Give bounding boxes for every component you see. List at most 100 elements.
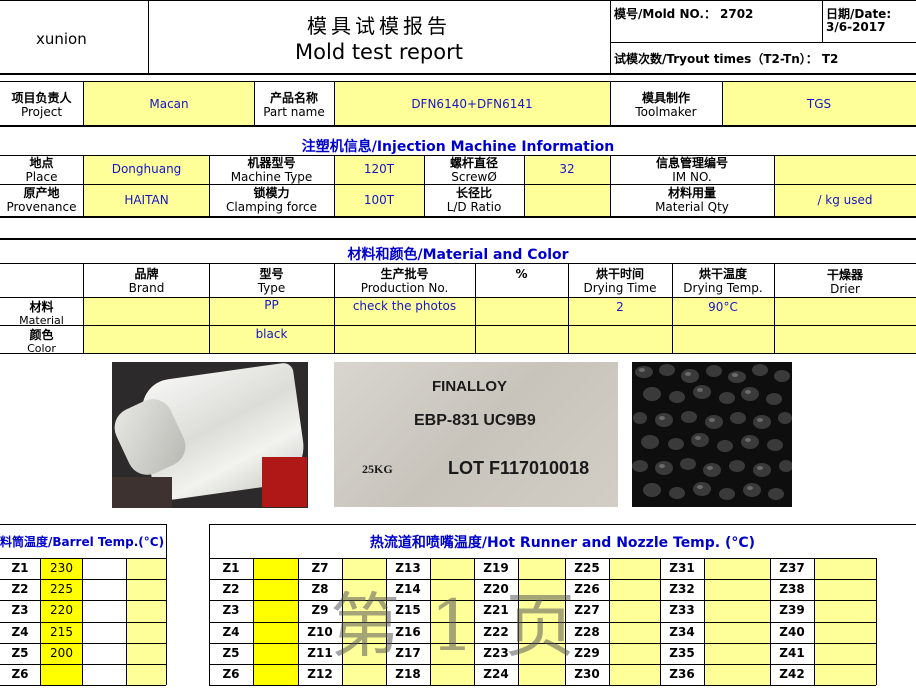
barrel-zone-value[interactable]: 200 xyxy=(41,643,82,663)
toolmaker-value[interactable]: TGS xyxy=(722,97,916,111)
material-row-label-zh: 材料 xyxy=(29,300,54,314)
toolmaker-label: 模具制作 Toolmaker xyxy=(610,91,722,119)
hot-runner-title: 热流道和喷嘴温度/Hot Runner and Nozzle Temp. (°C… xyxy=(369,535,756,551)
material-bag-photo xyxy=(112,362,308,508)
machine-section-title: 注塑机信息/Injection Machine Information xyxy=(301,139,615,155)
screw-label: 螺杆直径 ScrewØ xyxy=(424,156,524,184)
brand-header-zh: 品牌 xyxy=(134,267,159,281)
clamping-label: 锁模力 Clamping force xyxy=(209,186,334,214)
barrel-zone-value[interactable]: 225 xyxy=(41,579,82,599)
machine-type-label: 机器型号 Machine Type xyxy=(209,156,334,184)
project-label: 项目负责人 Project xyxy=(0,91,83,119)
barrel-zone-label: Z3 xyxy=(11,603,29,618)
color-row-label-zh: 颜色 xyxy=(29,328,54,342)
im-no-label-en: IM NO. xyxy=(672,170,712,184)
drier-header-en: Drier xyxy=(830,282,860,296)
date-value: 3/6-2017 xyxy=(826,20,886,34)
provenance-label: 原产地 Provenance xyxy=(0,186,83,214)
hot-runner-zone-label: Z32 xyxy=(669,582,695,597)
screw-label-zh: 螺杆直径 xyxy=(449,156,498,170)
hot-runner-zone-label: Z36 xyxy=(669,667,695,681)
pellets-photo xyxy=(632,362,792,507)
machine-type-value[interactable]: 120T xyxy=(334,162,424,176)
toolmaker-label-en: Toolmaker xyxy=(635,105,697,119)
material-qty-label-en: Material Qty xyxy=(655,200,729,214)
part-name-value[interactable]: DFN6140+DFN6141 xyxy=(334,97,610,111)
production-no-header-zh: 生产批号 xyxy=(380,267,429,281)
clamping-label-zh: 锁模力 xyxy=(253,186,290,200)
ld-ratio-label-en: L/D Ratio xyxy=(446,200,502,214)
place-label: 地点 Place xyxy=(0,156,83,184)
hot-runner-zone-label: Z39 xyxy=(779,603,805,618)
machine-type-label-zh: 机器型号 xyxy=(247,156,296,170)
color-type-value[interactable]: black xyxy=(209,327,334,341)
barrel-zone-label: Z2 xyxy=(11,582,29,597)
barrel-zone-value[interactable]: 230 xyxy=(41,558,82,578)
provenance-label-en: Provenance xyxy=(6,200,77,214)
part-name-label-en: Part name xyxy=(263,105,325,119)
project-label-en: Project xyxy=(20,105,63,119)
company-name: xunion xyxy=(36,30,87,48)
material-type-value[interactable]: PP xyxy=(209,298,334,312)
production-no-header-en: Production No. xyxy=(360,281,449,295)
machine-type-label-en: Machine Type xyxy=(230,170,313,184)
im-no-label: 信息管理编号 IM NO. xyxy=(610,156,774,184)
clamping-label-en: Clamping force xyxy=(226,200,317,214)
report-title-en: Mold test report xyxy=(295,40,463,64)
drier-header-zh: 干燥器 xyxy=(826,268,863,282)
drying-time-header-zh: 烘干时间 xyxy=(595,267,644,281)
photo-label-lot: LOT F117010018 xyxy=(448,458,590,478)
hot-runner-zone-label: Z33 xyxy=(669,603,695,618)
pellets-texture xyxy=(632,364,792,500)
barrel-zone-label: Z5 xyxy=(11,645,29,660)
project-label-zh: 项目负责人 xyxy=(11,91,72,105)
hot-runner-zone-label: Z38 xyxy=(779,582,805,597)
barrel-zone-value[interactable]: 220 xyxy=(41,600,82,620)
toolmaker-label-zh: 模具制作 xyxy=(641,91,690,105)
photo-label-line1: FINALLOY xyxy=(432,378,507,395)
drying-temp-header-en: Drying Temp. xyxy=(683,281,763,295)
barrel-temp-title: 料筒温度/Barrel Temp.(°C) xyxy=(0,535,165,549)
material-drying-time-value[interactable]: 2 xyxy=(568,300,672,314)
mold-no-label: 模号/Mold NO.： xyxy=(614,7,716,21)
screw-value[interactable]: 32 xyxy=(524,162,610,176)
photo-label-line2: EBP-831 UC9B9 xyxy=(414,412,536,429)
barrel-zone-label: Z4 xyxy=(11,624,29,639)
barrel-zone-label: Z1 xyxy=(11,561,29,575)
color-row-label: 颜色 Color xyxy=(0,328,83,356)
material-row-label: 材料 Material xyxy=(0,300,83,328)
part-name-label-zh: 产品名称 xyxy=(269,91,318,105)
barrel-zone-value[interactable]: 215 xyxy=(41,622,82,642)
tryout-label: 试模次数/Tryout times（T2-Tn）： xyxy=(614,52,818,66)
brand-header-en: Brand xyxy=(128,281,165,295)
tryout-value: T2 xyxy=(821,52,839,66)
drying-time-header: 烘干时间 Drying Time xyxy=(568,267,672,295)
hot-runner-zone-label: Z2 xyxy=(222,582,240,597)
report-title-zh: 模具试模报告 xyxy=(307,14,451,38)
place-label-en: Place xyxy=(25,170,58,184)
mold-no-field: 模号/Mold NO.： 2702 xyxy=(614,5,753,22)
hot-runner-zone-label: Z34 xyxy=(669,624,695,639)
hot-runner-zone-label: Z1 xyxy=(222,561,240,575)
hot-runner-zone-label: Z42 xyxy=(779,667,805,681)
provenance-value[interactable]: HAITAN xyxy=(84,193,209,207)
hot-runner-zone-label: Z35 xyxy=(669,645,695,660)
hot-runner-zone-label: Z6 xyxy=(222,667,240,681)
material-label-photo: FINALLOY EBP-831 UC9B9 25KG LOT F1170100… xyxy=(334,362,618,507)
project-value[interactable]: Macan xyxy=(84,97,254,111)
page-watermark: 第 1 页 xyxy=(330,585,580,667)
material-qty-label-zh: 材料用量 xyxy=(667,186,716,200)
material-production-value[interactable]: check the photos xyxy=(334,299,475,313)
drying-temp-header: 烘干温度 Drying Temp. xyxy=(672,267,774,295)
material-qty-value[interactable]: / kg used xyxy=(774,193,916,207)
photo-label-weight: 25KG xyxy=(362,462,393,476)
im-no-label-zh: 信息管理编号 xyxy=(655,156,728,170)
hot-runner-zone-label: Z41 xyxy=(779,645,805,660)
clamping-value[interactable]: 100T xyxy=(334,193,424,207)
hot-runner-zone-label: Z37 xyxy=(779,561,805,575)
type-header: 型号 Type xyxy=(209,267,334,295)
place-value[interactable]: Donghuang xyxy=(84,162,209,176)
type-header-en: Type xyxy=(257,281,286,295)
hot-runner-zone-label: Z40 xyxy=(779,624,805,639)
material-drying-temp-value[interactable]: 90°C xyxy=(672,300,774,314)
